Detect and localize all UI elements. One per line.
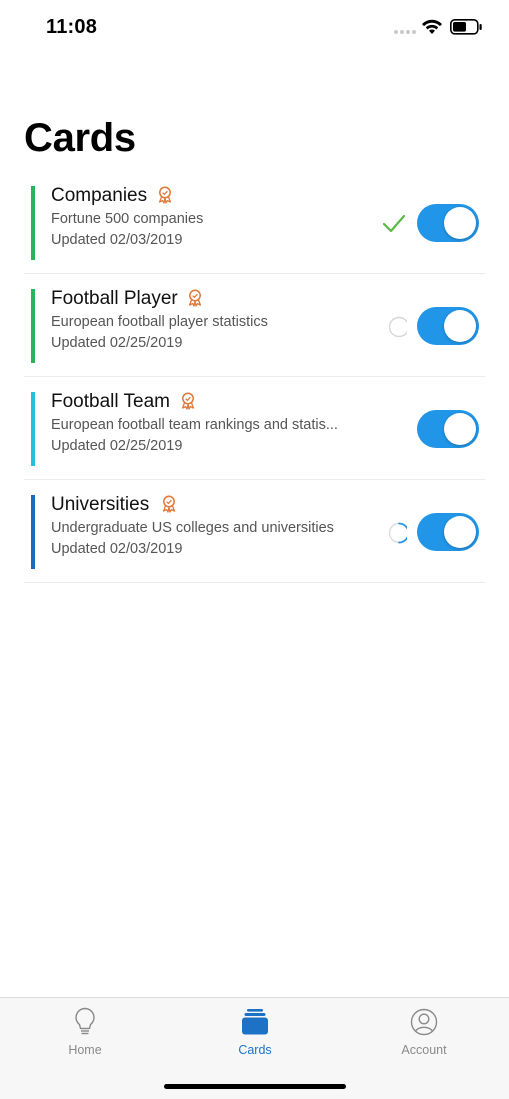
tab-label: Cards [238, 1043, 272, 1057]
card-accent-bar [31, 186, 35, 260]
tab-home[interactable]: Home [0, 998, 170, 1068]
toggle-knob [444, 413, 476, 445]
card-description: Undergraduate US colleges and universiti… [51, 520, 334, 536]
tab-cards[interactable]: Cards [170, 998, 340, 1068]
card-updated-date: Updated 02/03/2019 [51, 232, 183, 248]
ribbon-badge-icon [158, 186, 172, 204]
toggle-knob [444, 516, 476, 548]
tab-account[interactable]: Account [339, 998, 509, 1068]
ribbon-badge-icon [162, 495, 176, 513]
card-updated-date: Updated 02/25/2019 [51, 438, 183, 454]
battery-icon [450, 19, 482, 35]
card-accent-bar [31, 495, 35, 569]
wifi-icon [422, 19, 442, 34]
checkmark-icon [382, 214, 406, 233]
cards-icon [242, 1009, 268, 1035]
ribbon-badge-icon [188, 289, 202, 307]
card-name: Companies [51, 185, 148, 206]
ribbon-badge-icon [181, 392, 195, 410]
loading-spinner-icon [388, 522, 407, 544]
card-enabled-toggle[interactable] [417, 513, 479, 551]
tab-label: Home [68, 1043, 102, 1057]
card-accent-bar [31, 289, 35, 363]
card-description: European football team rankings and stat… [51, 417, 338, 433]
card-enabled-toggle[interactable] [417, 410, 479, 448]
card-name: Football Team [51, 391, 170, 412]
tab-bar: Home Cards Account [0, 997, 509, 1099]
card-row-football-player[interactable]: Football Player European football player… [24, 274, 485, 377]
account-icon [410, 1008, 438, 1036]
card-description: Fortune 500 companies [51, 211, 204, 227]
card-accent-bar [31, 392, 35, 466]
toggle-knob [444, 207, 476, 239]
page-title: Cards [24, 116, 136, 160]
tab-label: Account [401, 1043, 447, 1057]
card-row-universities[interactable]: Universities Undergraduate US colleges a… [24, 480, 485, 583]
home-indicator[interactable] [164, 1084, 346, 1089]
cellular-signal-icon [394, 30, 416, 34]
card-updated-date: Updated 02/25/2019 [51, 335, 183, 351]
status-bar: 11:08 [0, 0, 509, 54]
app-screen: 11:08 Cards Companies Fortune 500 compan [0, 0, 509, 1099]
card-name: Universities [51, 494, 150, 515]
card-list: Companies Fortune 500 companies Updated … [0, 171, 509, 583]
lightbulb-icon [75, 1007, 95, 1035]
card-row-football-team[interactable]: Football Team European football team ran… [24, 377, 485, 480]
card-updated-date: Updated 02/03/2019 [51, 541, 183, 557]
card-name: Football Player [51, 288, 178, 309]
card-row-companies[interactable]: Companies Fortune 500 companies Updated … [24, 171, 485, 274]
status-time: 11:08 [46, 16, 98, 38]
card-enabled-toggle[interactable] [417, 307, 479, 345]
card-description: European football player statistics [51, 314, 268, 330]
pending-circle-icon [388, 316, 407, 338]
card-enabled-toggle[interactable] [417, 204, 479, 242]
toggle-knob [444, 310, 476, 342]
